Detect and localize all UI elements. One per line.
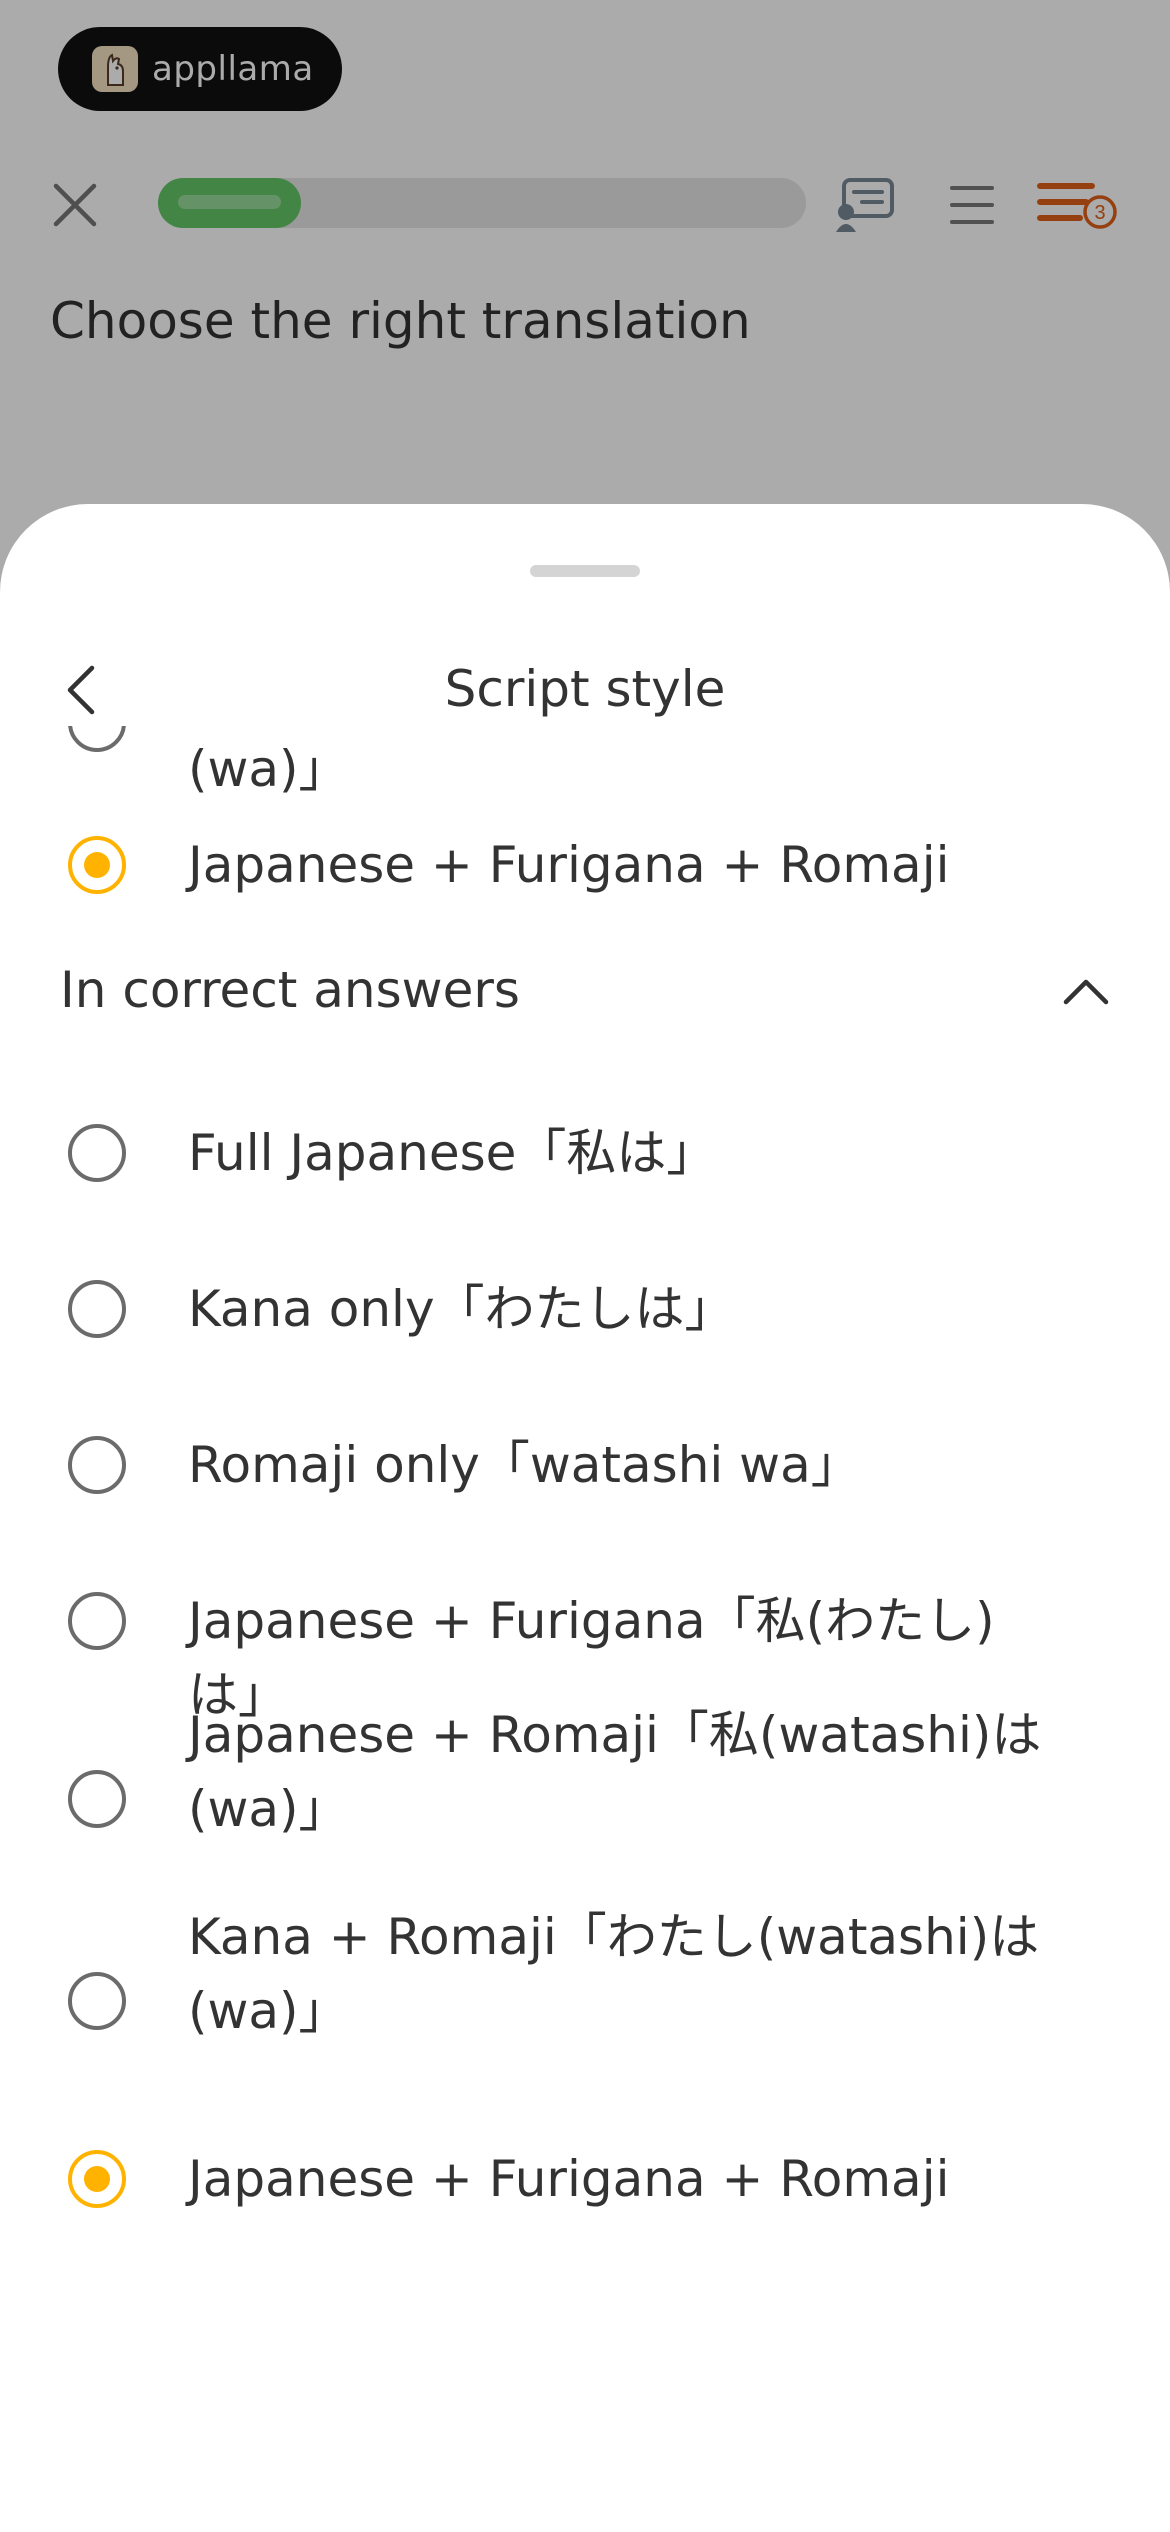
script-style-sheet: Script style (wa)」 Japanese + Furigana +… [0, 504, 1170, 2532]
radio-button[interactable] [68, 1770, 126, 1828]
option-label: Japanese + Furigana + Romaji [188, 836, 950, 894]
sheet-title: Script style [444, 660, 726, 718]
option-label: Kana + Romaji「わたし(watashi)は (wa)」 [188, 1908, 1040, 2040]
radio-button-selected[interactable] [68, 2150, 126, 2208]
option-label: (wa)」 [188, 740, 349, 798]
radio-button[interactable] [68, 1972, 126, 2030]
option-label: Japanese + Furigana + Romaji [188, 2150, 950, 2208]
radio-button[interactable] [68, 1436, 126, 1494]
radio-button[interactable] [68, 1592, 126, 1650]
options-list[interactable]: (wa)」 Japanese + Furigana + Romaji In co… [0, 726, 1170, 2532]
radio-button-selected[interactable] [68, 836, 126, 894]
radio-button[interactable] [68, 1124, 126, 1182]
option-label: Full Japanese「私は」 [188, 1124, 717, 1182]
option-label: Romaji only「watashi wa」 [188, 1436, 861, 1494]
drag-handle[interactable] [530, 565, 640, 577]
option-label: Kana only「わたしは」 [188, 1280, 735, 1338]
section-header-correct-answers[interactable]: In correct answers [0, 950, 1170, 1030]
chevron-up-icon [1063, 979, 1109, 1005]
radio-button[interactable] [68, 726, 126, 752]
option-label: Japanese + Romaji「私(watashi)は (wa)」 [188, 1706, 1042, 1838]
radio-button[interactable] [68, 1280, 126, 1338]
section-label: In correct answers [60, 961, 520, 1019]
